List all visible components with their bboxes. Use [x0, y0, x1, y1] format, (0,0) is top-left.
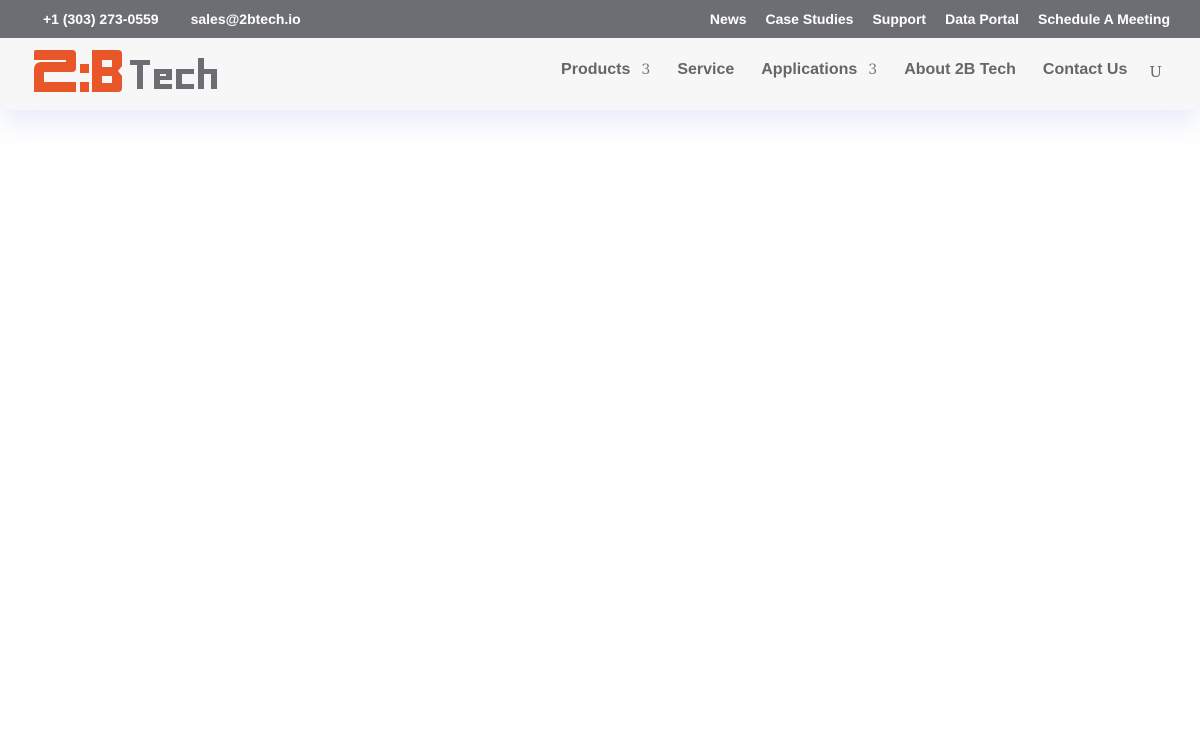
chevron-down-icon: 3 — [868, 62, 878, 78]
chevron-down-icon: 3 — [641, 62, 651, 78]
site-logo[interactable] — [34, 50, 218, 92]
nav-applications[interactable]: Applications 3 — [761, 61, 877, 79]
nav-products[interactable]: Products 3 — [561, 61, 650, 79]
logo-tech-text — [130, 58, 217, 89]
nav-products-label: Products — [561, 61, 631, 78]
logo-dot — [80, 82, 89, 92]
logo-dot-upper — [80, 64, 89, 73]
email-link[interactable]: sales@2btech.io — [191, 11, 301, 27]
contact-info: +1 (303) 273-0559 sales@2btech.io — [43, 0, 301, 38]
nav-applications-label: Applications — [761, 61, 858, 78]
top-bar: +1 (303) 273-0559 sales@2btech.io News C… — [0, 0, 1200, 38]
nav-service[interactable]: Service — [677, 61, 734, 79]
top-link-support[interactable]: Support — [872, 11, 926, 27]
main-header: Products 3 Service Applications 3 About … — [0, 38, 1200, 110]
top-link-data-portal[interactable]: Data Portal — [945, 11, 1019, 27]
logo-2-glyph — [34, 50, 76, 92]
search-icon[interactable]: U — [1149, 63, 1162, 81]
nav-about[interactable]: About 2B Tech — [904, 61, 1016, 79]
page-content — [0, 110, 1200, 750]
nav-about-label: About 2B Tech — [904, 61, 1016, 78]
nav-service-label: Service — [677, 61, 735, 78]
main-nav: Products 3 Service Applications 3 About … — [561, 38, 1162, 102]
nav-contact-label: Contact Us — [1042, 61, 1128, 78]
nav-contact[interactable]: Contact Us — [1043, 61, 1127, 79]
top-links: News Case Studies Support Data Portal Sc… — [691, 0, 1170, 38]
top-link-schedule-meeting[interactable]: Schedule A Meeting — [1038, 11, 1170, 27]
phone-link[interactable]: +1 (303) 273-0559 — [43, 11, 159, 27]
top-link-news[interactable]: News — [710, 11, 747, 27]
logo-b-glyph — [92, 50, 122, 92]
logo-icon — [34, 50, 217, 92]
top-link-case-studies[interactable]: Case Studies — [766, 11, 854, 27]
